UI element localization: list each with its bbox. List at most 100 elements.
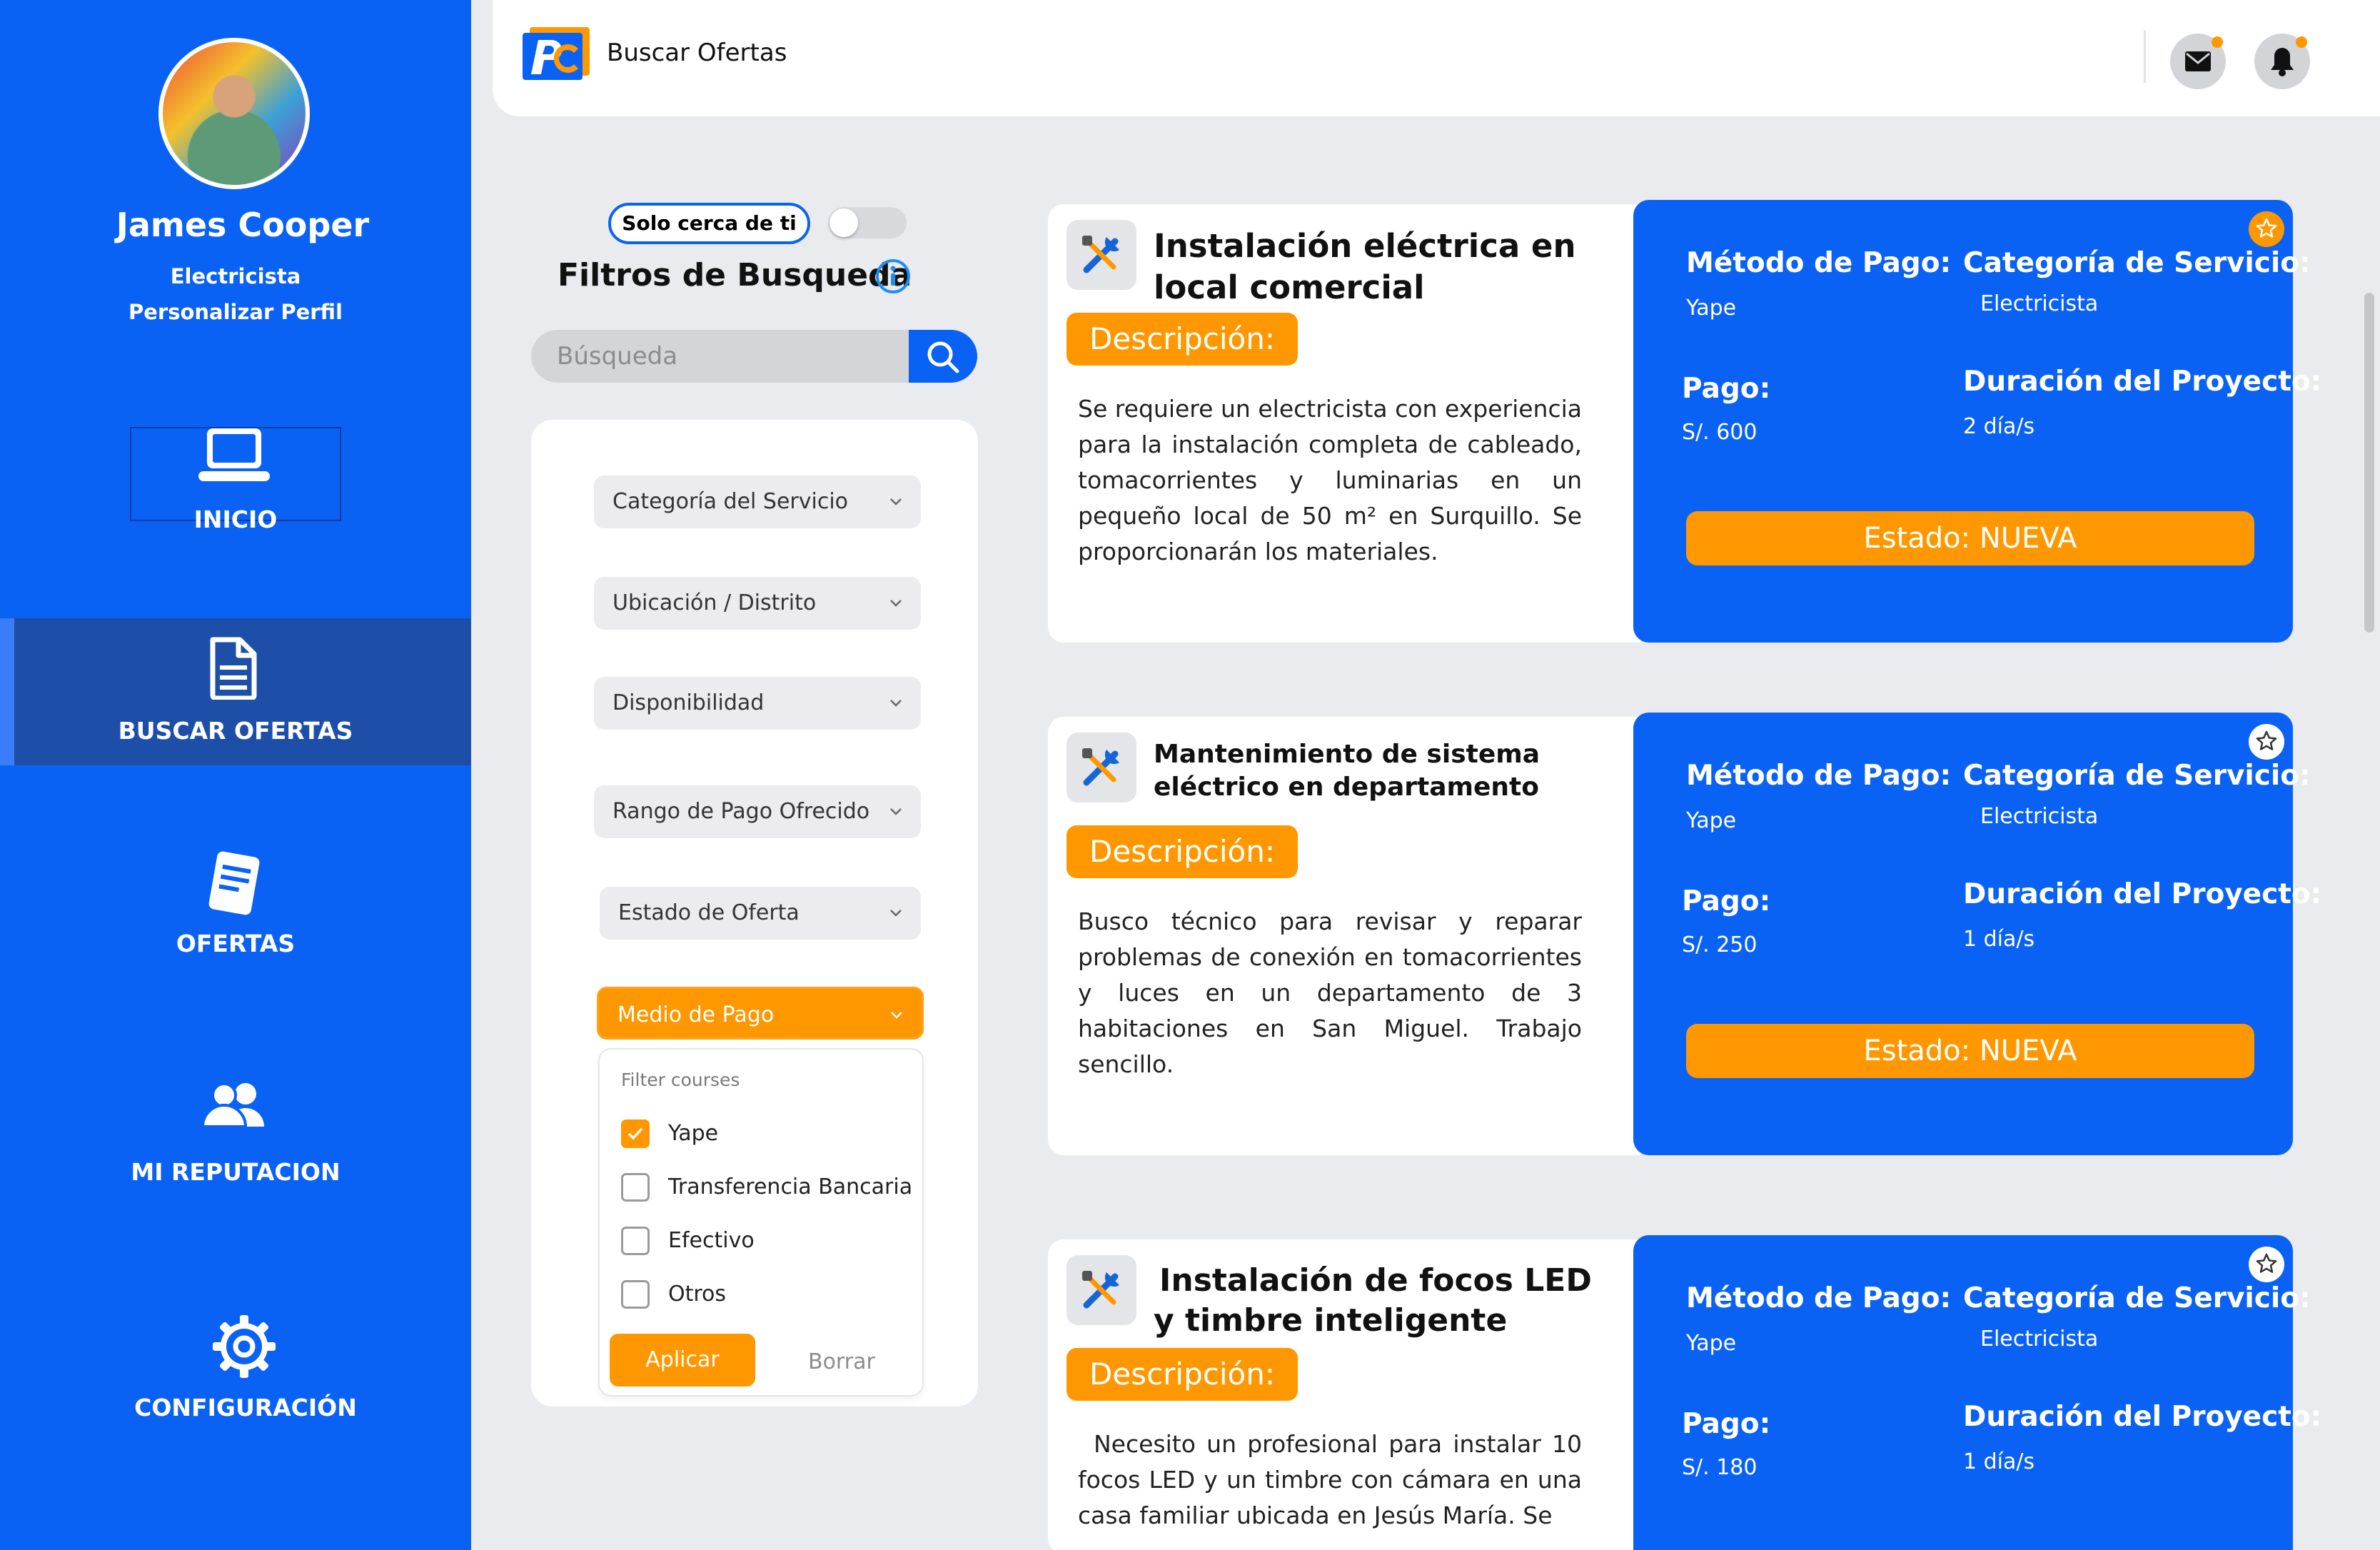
checkbox[interactable] xyxy=(621,1173,650,1202)
checkbox[interactable] xyxy=(621,1280,650,1309)
category-label: Categoría de Servicio: xyxy=(1963,1282,2311,1314)
payment-options-menu: Filter courses Yape Transferencia Bancar… xyxy=(598,1048,924,1396)
page-title: Buscar Ofertas xyxy=(607,39,787,67)
payment-label: Pago: xyxy=(1682,885,1771,917)
clear-button[interactable]: Borrar xyxy=(808,1349,875,1374)
dropdown-estado-oferta[interactable]: Estado de Oferta xyxy=(600,887,921,940)
favorite-button[interactable] xyxy=(2249,724,2284,760)
laptop-icon xyxy=(198,428,270,481)
payment-method-value: Yape xyxy=(1686,808,1737,833)
nav-item-configuracion[interactable]: CONFIGURACIÓN xyxy=(0,1314,471,1428)
info-icon[interactable] xyxy=(875,258,911,294)
users-icon xyxy=(201,1082,264,1128)
chevron-down-icon xyxy=(890,910,902,917)
nav-item-ofertas[interactable]: OFERTAS xyxy=(0,850,471,964)
near-me-label[interactable]: Solo cerca de ti xyxy=(608,203,810,244)
status-badge[interactable]: Estado: NUEVA xyxy=(1686,511,2254,565)
payment-method-label: Método de Pago: xyxy=(1686,247,1952,279)
avatar[interactable] xyxy=(158,38,310,189)
mail-button[interactable] xyxy=(2170,34,2226,89)
edit-profile-link[interactable]: Personalizar Perfil xyxy=(0,300,471,324)
offer-card-info: Instalación eléctrica en local comercial… xyxy=(1048,204,1640,643)
dropdown-label: Categoría del Servicio xyxy=(612,489,849,514)
dropdown-medio-pago[interactable]: Medio de Pago xyxy=(597,987,924,1040)
dropdown-ubicacion[interactable]: Ubicación / Distrito xyxy=(594,577,921,630)
tools-icon xyxy=(1082,748,1119,786)
description-badge: Descripción: xyxy=(1067,1348,1298,1401)
chevron-down-icon xyxy=(890,808,902,815)
user-name: James Cooper xyxy=(116,206,370,244)
notepad-icon xyxy=(208,851,260,915)
offer-card-details: Método de Pago: Yape Categoría de Servic… xyxy=(1633,713,2321,1155)
nav-item-buscar-ofertas[interactable]: BUSCAR OFERTAS xyxy=(0,618,471,765)
category-value: Electricista xyxy=(1980,291,2099,316)
chevron-down-icon xyxy=(890,498,902,505)
search-button[interactable] xyxy=(909,330,977,383)
nav-label-mi-reputacion: MI REPUTACION xyxy=(131,1158,341,1186)
chevron-down-icon xyxy=(890,600,902,607)
category-label: Categoría de Servicio: xyxy=(1963,247,2311,279)
sidebar: James Cooper Electricista Personalizar P… xyxy=(0,0,471,1550)
search-input[interactable] xyxy=(531,330,912,383)
tools-icon xyxy=(1082,236,1119,273)
tools-icon xyxy=(1082,1271,1119,1309)
option-label: Efectivo xyxy=(668,1228,755,1253)
chevron-down-icon xyxy=(890,700,902,707)
star-icon xyxy=(2256,218,2277,238)
offer-title: Instalación eléctrica en local comercial xyxy=(1154,226,1575,308)
favorite-button[interactable] xyxy=(2249,211,2284,247)
checkbox[interactable] xyxy=(621,1227,650,1255)
duration-label: Duración del Proyecto: xyxy=(1963,366,2322,398)
bell-icon xyxy=(2271,48,2294,76)
dropdown-rango-pago[interactable]: Rango de Pago Ofrecido xyxy=(594,785,921,838)
payment-method-label: Método de Pago: xyxy=(1686,1282,1952,1314)
payment-value: S/. 600 xyxy=(1682,420,1758,445)
payment-method-value: Yape xyxy=(1686,296,1737,321)
payment-label: Pago: xyxy=(1682,1408,1771,1440)
offer-card[interactable]: Instalación eléctrica en local comercial… xyxy=(1048,200,2321,643)
near-me-toggle[interactable] xyxy=(828,207,907,238)
offer-title-line: Instalación de focos LED xyxy=(1159,1262,1592,1299)
option-label: Yape xyxy=(668,1121,719,1146)
offer-description: Busco técnico para revisar y reparar pro… xyxy=(1078,907,1582,1078)
favorite-button[interactable] xyxy=(2249,1247,2284,1282)
category-value: Electricista xyxy=(1980,1327,2099,1352)
offer-card[interactable]: Mantenimiento de sistema eléctrico en de… xyxy=(1048,713,2321,1155)
payment-method-value: Yape xyxy=(1686,1331,1737,1356)
tools-icon-box xyxy=(1067,1255,1136,1325)
nav-label-ofertas: OFERTAS xyxy=(176,930,296,957)
option-label: Otros xyxy=(668,1282,727,1307)
offer-card-info: Instalación de focos LED y timbre inteli… xyxy=(1048,1239,1640,1550)
nav-item-inicio[interactable]: INICIO xyxy=(0,427,471,533)
offer-title: Mantenimiento de sistema eléctrico en de… xyxy=(1154,738,1540,804)
mail-icon xyxy=(2185,51,2211,71)
offer-title-line: y timbre inteligente xyxy=(1154,1302,1508,1339)
dropdown-label: Rango de Pago Ofrecido xyxy=(612,799,870,824)
notifications-button[interactable] xyxy=(2254,34,2310,89)
offer-card-details: Método de Pago: Yape Categoría de Servic… xyxy=(1633,1235,2321,1550)
duration-label: Duración del Proyecto: xyxy=(1963,1401,2322,1433)
offer-description: Se requiere un electricista con experien… xyxy=(1078,395,1582,565)
toggle-knob xyxy=(830,208,858,237)
nav-item-mi-reputacion[interactable]: MI REPUTACION xyxy=(0,1081,471,1195)
apply-button[interactable]: Aplicar xyxy=(610,1334,755,1387)
app-logo[interactable] xyxy=(523,27,590,80)
checkbox-checked[interactable] xyxy=(621,1119,650,1148)
duration-label: Duración del Proyecto: xyxy=(1963,878,2322,910)
dropdown-categoria[interactable]: Categoría del Servicio xyxy=(594,475,921,528)
description-badge: Descripción: xyxy=(1067,825,1298,878)
nav-label-buscar-ofertas: BUSCAR OFERTAS xyxy=(118,717,353,745)
top-bar: Buscar Ofertas xyxy=(493,0,2380,116)
scrollbar[interactable] xyxy=(2364,293,2374,633)
dropdown-disponibilidad[interactable]: Disponibilidad xyxy=(594,677,921,730)
option-label: Transferencia Bancaria xyxy=(668,1174,913,1199)
star-icon xyxy=(2256,1253,2277,1273)
check-icon xyxy=(627,1127,643,1140)
offer-title-line: local comercial xyxy=(1154,268,1425,306)
status-badge[interactable]: Estado: NUEVA xyxy=(1686,1024,2254,1078)
description-badge: Descripción: xyxy=(1067,313,1298,366)
offer-card[interactable]: Instalación de focos LED y timbre inteli… xyxy=(1048,1235,2321,1550)
nav-label-inicio: INICIO xyxy=(193,505,278,533)
offer-card-info: Mantenimiento de sistema eléctrico en de… xyxy=(1048,717,1640,1155)
offer-title-line: Mantenimiento de sistema xyxy=(1154,740,1541,769)
